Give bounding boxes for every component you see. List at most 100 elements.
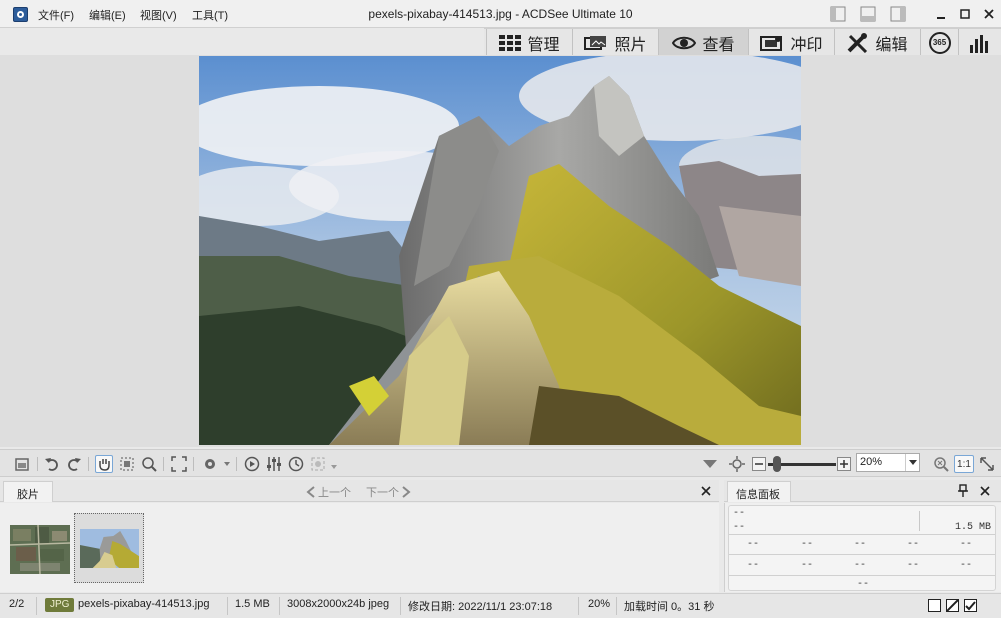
eye-icon xyxy=(672,36,697,49)
layout-bottom-icon[interactable] xyxy=(859,5,877,23)
zoom-in-button[interactable] xyxy=(837,457,851,471)
status-dimensions: 3008x2000x24b jpeg xyxy=(287,598,390,610)
info-row1-left: -- xyxy=(733,522,746,533)
next-button[interactable]: 下一个 xyxy=(366,484,411,500)
status-file-size: 1.5 MB xyxy=(235,598,270,610)
info-cell: -- xyxy=(747,539,760,550)
tab-filmstrip[interactable]: 胶片 xyxy=(3,481,53,502)
mode-develop-button[interactable]: 冲印 xyxy=(748,29,834,56)
info-cell: -- xyxy=(960,539,973,550)
pin-icon[interactable] xyxy=(957,484,969,498)
mode-develop-label: 冲印 xyxy=(790,34,823,54)
info-panel: -- -- 1.5 MB -- -- -- -- -- -- -- -- -- … xyxy=(724,503,1001,592)
previous-button[interactable]: 上一个 xyxy=(306,484,351,500)
info-cell: -- xyxy=(907,560,920,571)
mode-edit-label: 编辑 xyxy=(875,34,908,54)
viewer-toolbar: 20% 1:1 xyxy=(0,449,1001,477)
info-cell: -- xyxy=(801,560,814,571)
rotate-right-icon[interactable] xyxy=(65,455,83,473)
layout-right-icon[interactable] xyxy=(889,5,907,23)
grid-icon xyxy=(499,34,522,51)
mode-photos-label: 照片 xyxy=(614,34,647,54)
title-bar: 文件(F) 编辑(E) 视图(V) 工具(T) pexels-pixabay-4… xyxy=(0,0,1001,28)
mode-bar: 管理 照片 查看 冲印 编辑 365 xyxy=(484,28,1001,56)
slideshow-play-icon[interactable] xyxy=(243,455,261,473)
status-load-time: 加载时间 0。31 秒 xyxy=(624,601,715,613)
chevron-down-icon[interactable] xyxy=(905,454,920,471)
adjust-sliders-icon[interactable] xyxy=(265,455,283,473)
filmstrip xyxy=(0,503,719,592)
fullscreen-icon[interactable] xyxy=(170,455,188,473)
zoom-select[interactable]: 20% xyxy=(856,453,920,472)
previous-label: 上一个 xyxy=(318,487,351,499)
fit-window-icon[interactable] xyxy=(978,455,996,473)
info-cell: -- xyxy=(854,539,867,550)
actual-size-button[interactable]: 1:1 xyxy=(954,455,974,473)
window-title: pexels-pixabay-414513.jpg - ACDSee Ultim… xyxy=(368,7,633,21)
info-panel-title: 信息面板 xyxy=(736,489,780,501)
slash-icon[interactable] xyxy=(946,599,959,612)
info-cell: -- xyxy=(801,539,814,550)
365-icon: 365 xyxy=(928,31,951,54)
clock-icon[interactable] xyxy=(287,455,305,473)
tools-dropdown-icon[interactable] xyxy=(201,455,231,473)
info-panel-header: 信息面板 xyxy=(724,480,1001,502)
face-detect-icon[interactable] xyxy=(309,455,339,473)
mode-365-button[interactable]: 365 xyxy=(920,29,958,56)
checkbox-empty-icon[interactable] xyxy=(928,599,941,612)
info-file-size: 1.5 MB xyxy=(955,522,992,533)
mode-manage-label: 管理 xyxy=(527,34,560,54)
filmstrip-header: 胶片 上一个 下一个 xyxy=(0,480,719,502)
format-badge: JPG xyxy=(45,598,75,612)
status-modified-date: 修改日期: 2022/11/1 23:07:18 xyxy=(408,601,553,613)
stats-icon xyxy=(970,34,988,53)
zoom-tool-icon[interactable] xyxy=(140,455,158,473)
rotate-left-icon[interactable] xyxy=(43,455,61,473)
zoom-fit-icon[interactable] xyxy=(932,455,950,473)
info-cell: -- xyxy=(907,539,920,550)
status-zoom: 20% xyxy=(588,598,611,610)
checkmark-icon[interactable] xyxy=(964,599,977,612)
mode-view-button[interactable]: 查看 xyxy=(658,29,748,56)
batch-icon[interactable] xyxy=(13,455,31,473)
photos-icon xyxy=(584,35,607,50)
mountain-photo xyxy=(199,56,801,445)
mode-edit-button[interactable]: 编辑 xyxy=(834,29,920,56)
develop-icon xyxy=(760,35,783,51)
info-cell: -- xyxy=(960,560,973,571)
mode-manage-button[interactable]: 管理 xyxy=(486,29,572,56)
minimize-icon[interactable] xyxy=(932,5,950,23)
close-filmstrip-icon[interactable] xyxy=(700,485,712,497)
mode-dashboard-button[interactable] xyxy=(958,29,1001,56)
status-position: 2/2 xyxy=(9,598,25,610)
status-bar: 2/2 JPG pexels-pixabay-414513.jpg 1.5 MB… xyxy=(0,593,1001,618)
maximize-icon[interactable] xyxy=(956,5,974,23)
filmstrip-title: 胶片 xyxy=(17,489,39,501)
zoom-out-button[interactable] xyxy=(752,457,766,471)
chevron-right-icon xyxy=(402,486,411,498)
status-filename: pexels-pixabay-414513.jpg xyxy=(78,598,210,610)
select-region-icon[interactable] xyxy=(118,455,136,473)
tab-info-panel[interactable]: 信息面板 xyxy=(727,481,791,502)
next-label: 下一个 xyxy=(366,487,399,499)
info-cell: -- xyxy=(854,560,867,571)
close-info-panel-icon[interactable] xyxy=(979,485,991,497)
close-icon[interactable] xyxy=(980,5,998,23)
thumbnail-selected-frame[interactable] xyxy=(74,513,144,583)
dropdown-arrow-icon[interactable] xyxy=(700,455,720,473)
chevron-left-icon xyxy=(306,486,315,498)
info-cell: -- xyxy=(747,560,760,571)
mountain-thumbnail[interactable] xyxy=(80,529,139,568)
hand-pan-icon[interactable] xyxy=(95,455,113,473)
zoom-select-value: 20% xyxy=(860,456,883,468)
mode-photos-button[interactable]: 照片 xyxy=(572,29,658,56)
aerial-thumbnail[interactable] xyxy=(10,525,70,574)
edit-tools-icon xyxy=(848,32,868,53)
mode-view-label: 查看 xyxy=(702,34,735,54)
layout-left-icon[interactable] xyxy=(829,5,847,23)
brightness-icon[interactable] xyxy=(728,455,746,473)
info-panel-content: -- -- 1.5 MB -- -- -- -- -- -- -- -- -- … xyxy=(728,505,996,591)
info-bottom-value: -- xyxy=(857,579,870,590)
zoom-slider-thumb[interactable] xyxy=(773,456,781,472)
info-top-value: -- xyxy=(733,508,746,519)
